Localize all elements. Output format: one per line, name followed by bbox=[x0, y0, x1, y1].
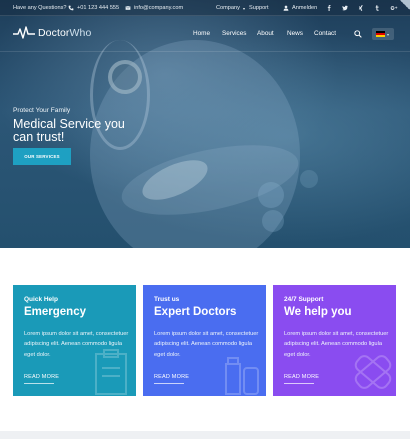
nav-news[interactable]: News bbox=[287, 30, 303, 37]
bokeh-light bbox=[300, 170, 318, 188]
tumblr-icon[interactable] bbox=[374, 5, 380, 11]
phone-link[interactable]: +01 123 444 555 bbox=[68, 5, 119, 11]
chevron-down-icon: ▾ bbox=[387, 31, 390, 37]
read-more-underline bbox=[24, 383, 54, 384]
card-title: Emergency bbox=[24, 306, 87, 318]
login-link[interactable]: Anmelden bbox=[283, 5, 317, 11]
xing-icon[interactable] bbox=[358, 5, 364, 11]
features-section: Quick Help Emergency Lorem ipsum dolor s… bbox=[0, 248, 410, 431]
site-logo[interactable]: DoctorWho bbox=[13, 26, 91, 40]
top-bar: Have any Questions? +01 123 444 555 info… bbox=[0, 0, 410, 16]
card-kicker: 24/7 Support bbox=[284, 296, 324, 303]
nav-contact[interactable]: Contact bbox=[314, 30, 336, 37]
brand-name-part2: Who bbox=[69, 27, 92, 39]
card-body: Lorem ipsum dolor sit amet, consectetuer… bbox=[284, 331, 389, 358]
login-label: Anmelden bbox=[292, 5, 318, 11]
page-bottom-strip bbox=[0, 431, 410, 439]
our-services-button[interactable]: OUR SERVICES bbox=[13, 148, 71, 165]
facebook-icon[interactable] bbox=[326, 5, 332, 11]
google-plus-icon[interactable] bbox=[390, 5, 398, 11]
stethoscope-head-shape bbox=[108, 60, 142, 94]
feature-card-doctors: Trust us Expert Doctors Lorem ipsum dolo… bbox=[143, 285, 266, 396]
bokeh-light bbox=[258, 182, 284, 208]
phone-number: +01 123 444 555 bbox=[77, 5, 120, 11]
phone-icon bbox=[68, 5, 74, 11]
email-link[interactable]: info@company.com bbox=[125, 5, 183, 11]
read-more-link[interactable]: READ MORE bbox=[24, 374, 59, 380]
heartbeat-icon bbox=[13, 26, 35, 39]
card-title: Expert Doctors bbox=[154, 306, 237, 318]
hero-title: Medical Service you can trust! bbox=[13, 117, 125, 144]
chevron-down-icon: ▾ bbox=[242, 5, 245, 11]
feature-card-support: 24/7 Support We help you Lorem ipsum dol… bbox=[273, 285, 396, 396]
card-kicker: Quick Help bbox=[24, 296, 58, 303]
read-more-link[interactable]: READ MORE bbox=[154, 374, 189, 380]
twitter-icon[interactable] bbox=[342, 5, 348, 11]
card-kicker: Trust us bbox=[154, 296, 180, 303]
feature-card-emergency: Quick Help Emergency Lorem ipsum dolor s… bbox=[13, 285, 136, 396]
company-label: Company bbox=[216, 5, 240, 11]
german-flag-icon bbox=[376, 31, 385, 37]
main-navbar: DoctorWho Home Services About News Conta… bbox=[0, 16, 410, 52]
corner-fold bbox=[400, 0, 410, 10]
envelope-icon bbox=[125, 6, 131, 10]
read-more-link[interactable]: READ MORE bbox=[284, 374, 319, 380]
hero-section: Have any Questions? +01 123 444 555 info… bbox=[0, 0, 410, 248]
email-address: info@company.com bbox=[134, 5, 184, 11]
social-links bbox=[326, 5, 398, 11]
questions-text: Have any Questions? bbox=[13, 5, 67, 11]
bokeh-light bbox=[262, 210, 284, 232]
brand-name-part1: Doctor bbox=[38, 27, 70, 39]
language-selector[interactable]: ▾ bbox=[372, 28, 394, 40]
read-more-underline bbox=[284, 383, 314, 384]
search-icon[interactable] bbox=[354, 30, 362, 38]
company-menu[interactable]: Company ▾ bbox=[216, 5, 245, 11]
card-body: Lorem ipsum dolor sit amet, consectetuer… bbox=[24, 331, 129, 358]
card-title: We help you bbox=[284, 306, 352, 318]
card-body: Lorem ipsum dolor sit amet, consectetuer… bbox=[154, 331, 259, 358]
brand-name: DoctorWho bbox=[38, 27, 91, 39]
hero-kicker: Protect Your Family bbox=[13, 107, 71, 114]
support-link[interactable]: Support bbox=[249, 5, 269, 11]
nav-services[interactable]: Services bbox=[222, 30, 247, 37]
nav-about[interactable]: About bbox=[257, 30, 274, 37]
read-more-underline bbox=[154, 383, 184, 384]
user-icon bbox=[283, 5, 289, 11]
nav-home[interactable]: Home bbox=[193, 30, 210, 37]
